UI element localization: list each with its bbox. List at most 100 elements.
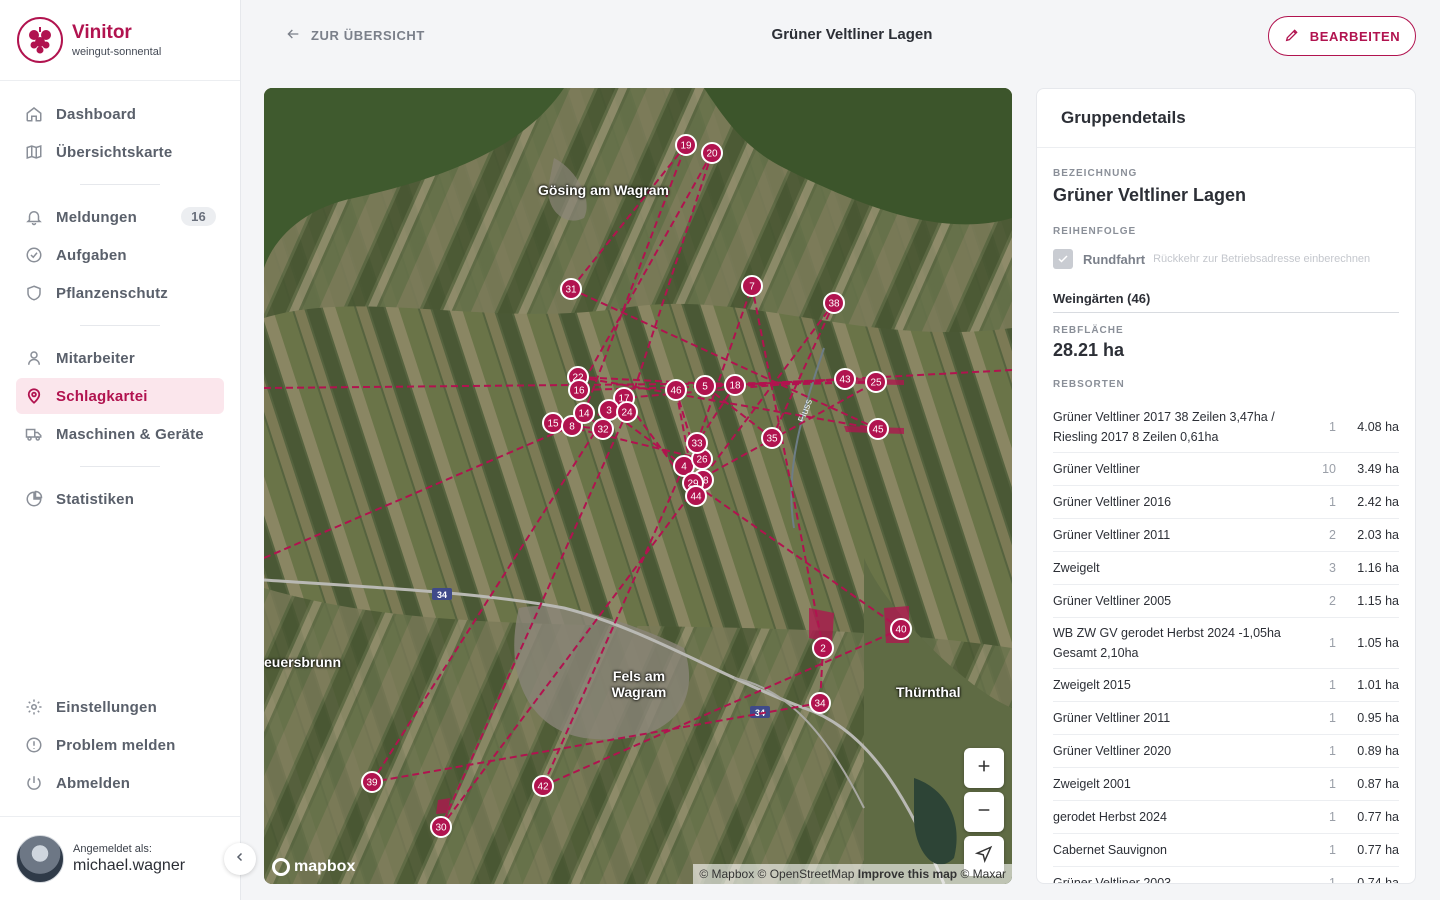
variety-name: Grüner Veltliner 2005 (1053, 594, 1172, 608)
field-marker[interactable]: 42 (532, 775, 554, 797)
table-row: Grüner Veltliner 2011 1 0.95 ha (1053, 702, 1399, 735)
main-nav: Dashboard Übersichtskarte Meldungen 16 A… (0, 81, 240, 517)
variety-count: 1 (1329, 711, 1336, 725)
table-row: Grüner Veltliner 2005 2 1.15 ha (1053, 585, 1399, 618)
field-marker[interactable]: 16 (568, 379, 590, 401)
field-marker[interactable]: 40 (890, 618, 912, 640)
field-marker-label: 8 (569, 422, 575, 433)
nav-item-label: Statistiken (56, 490, 135, 508)
variety-count: 1 (1329, 777, 1336, 791)
nav-item-settings[interactable]: Einstellungen (16, 689, 224, 725)
nav-item-field-register[interactable]: Schlagkartei (16, 378, 224, 414)
field-marker-label: 43 (839, 375, 851, 386)
field-marker[interactable]: 15 (542, 412, 564, 434)
nav-item-tasks[interactable]: Aufgaben (16, 237, 224, 273)
check-circle-icon (24, 245, 44, 265)
field-marker[interactable]: 44 (685, 485, 707, 507)
satellite-map[interactable]: 34 34 Fluss 19 20 31 7 38 22 16 17 3 24 46 5 18 43 25 1… (264, 88, 1012, 884)
zoom-in-button[interactable] (964, 748, 1004, 788)
field-marker[interactable]: 3 (598, 399, 620, 421)
variety-name: Cabernet Sauvignon (1053, 843, 1167, 857)
field-marker[interactable]: 30 (430, 816, 452, 838)
field-marker[interactable]: 5 (694, 375, 716, 397)
minus-icon (976, 802, 992, 823)
field-marker[interactable]: 2 (812, 637, 834, 659)
map-attribution: © Mapbox © OpenStreetMap Improve this ma… (693, 864, 1012, 884)
improve-map-link[interactable]: Improve this map (858, 867, 957, 881)
field-marker-label: 45 (872, 425, 884, 436)
collapse-sidebar-button[interactable] (224, 843, 256, 875)
field-marker[interactable]: 25 (865, 371, 887, 393)
area-caption: REBFLÄCHE (1053, 325, 1124, 336)
nav-item-dashboard[interactable]: Dashboard (16, 96, 224, 132)
field-marker[interactable]: 39 (361, 771, 383, 793)
field-marker[interactable]: 31 (560, 278, 582, 300)
mapbox-logo[interactable]: mapbox (272, 858, 355, 876)
field-marker[interactable]: 43 (834, 368, 856, 390)
edit-button[interactable]: BEARBEITEN (1268, 16, 1416, 56)
bell-icon (24, 207, 44, 227)
nav-item-employees[interactable]: Mitarbeiter (16, 340, 224, 376)
field-marker[interactable]: 46 (665, 379, 687, 401)
attribution-mapbox[interactable]: © Mapbox (699, 867, 754, 881)
field-marker[interactable]: 18 (724, 374, 746, 396)
user-profile[interactable]: Angemeldet als: michael.wagner (0, 816, 240, 900)
map-icon (24, 142, 44, 162)
field-marker[interactable]: 19 (675, 134, 697, 156)
field-marker-label: 26 (696, 455, 708, 466)
table-row: Grüner Veltliner 2003 1 0.74 ha (1053, 867, 1399, 883)
nav-item-overview-map[interactable]: Übersichtskarte (16, 134, 224, 170)
bottom-nav: Einstellungen Problem melden Abmelden (16, 689, 224, 803)
nav-item-notifications[interactable]: Meldungen 16 (16, 199, 224, 235)
table-row: Grüner Veltliner 2016 1 2.42 ha (1053, 486, 1399, 519)
vineyard-plot[interactable] (436, 798, 450, 814)
field-marker-label: 4 (681, 462, 687, 473)
table-row: gerodet Herbst 2024 1 0.77 ha (1053, 801, 1399, 834)
nav-item-logout[interactable]: Abmelden (16, 765, 224, 801)
field-marker[interactable]: 7 (741, 275, 763, 297)
field-marker[interactable]: 34 (809, 692, 831, 714)
nav-item-machines[interactable]: Maschinen & Geräte (16, 416, 224, 452)
pin-icon (24, 386, 44, 406)
table-row: Zweigelt 2001 1 0.87 ha (1053, 768, 1399, 801)
edit-label: BEARBEITEN (1309, 28, 1401, 44)
alert-icon (24, 735, 44, 755)
group-name: Grüner Veltliner Lagen (1053, 185, 1247, 205)
avatar (16, 834, 64, 883)
sidebar: Vinitor weingut-sonnental Dashboard Über… (0, 0, 241, 900)
roundtrip-label: Rundfahrt (1083, 251, 1146, 267)
field-marker-label: 30 (435, 823, 447, 834)
field-marker-label: 5 (702, 382, 708, 393)
map-canvas[interactable]: 34 34 Fluss 192031 7382216173 2446 5 1843 251… (264, 88, 1012, 884)
nav-item-label: Problem melden (56, 736, 176, 754)
total-area: 28.21 ha (1053, 340, 1125, 360)
field-marker[interactable]: 14 (573, 402, 595, 424)
field-marker[interactable]: 24 (616, 401, 638, 423)
field-marker[interactable]: 45 (867, 418, 889, 440)
field-marker[interactable]: 20 (701, 142, 723, 164)
field-marker[interactable]: 33 (686, 432, 708, 454)
attribution-maxar[interactable]: © Maxar (960, 867, 1006, 881)
attribution-osm[interactable]: © OpenStreetMap (758, 867, 855, 881)
nav-item-crop-protection[interactable]: Pflanzenschutz (16, 275, 224, 311)
field-marker[interactable]: 38 (823, 292, 845, 314)
table-row: Zweigelt 2015 1 1.01 ha (1053, 669, 1399, 702)
variety-area: 0.77 ha (1357, 843, 1399, 857)
varieties-table: Grüner Veltliner 2017 38 Zeilen 3,47ha /… (1053, 402, 1399, 883)
place-label: Gösing am Wagram (538, 182, 669, 198)
home-icon (24, 104, 44, 124)
zoom-out-button[interactable] (964, 792, 1004, 832)
variety-count: 1 (1329, 810, 1336, 824)
roundtrip-checkbox[interactable] (1053, 249, 1073, 269)
place-label: Fels am Wagram (611, 668, 667, 700)
field-marker-label: 44 (690, 492, 702, 503)
field-marker[interactable]: 35 (761, 427, 783, 449)
field-marker-label: 39 (366, 778, 378, 789)
nav-item-report-problem[interactable]: Problem melden (16, 727, 224, 763)
brand-subtitle: weingut-sonnental (72, 46, 162, 58)
variety-count: 1 (1329, 420, 1336, 434)
roundtrip-option: Rundfahrt Rückkehr zur Betriebsadresse e… (1053, 249, 1399, 269)
field-marker[interactable]: 32 (592, 418, 614, 440)
nav-item-statistics[interactable]: Statistiken (16, 481, 224, 517)
variety-area: 2.42 ha (1357, 495, 1399, 509)
